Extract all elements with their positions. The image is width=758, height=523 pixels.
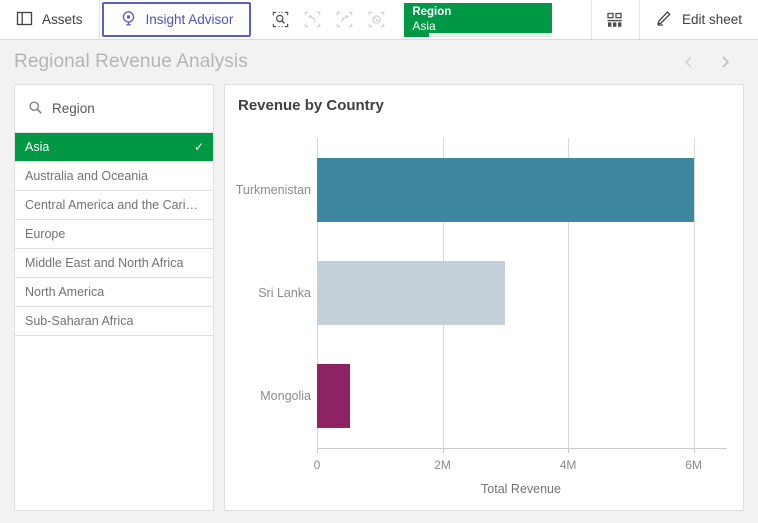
selection-chip-value: Asia [412, 19, 436, 33]
filter-item[interactable]: Europe [15, 220, 213, 249]
selection-tools-group [251, 0, 399, 39]
tab-insight-advisor[interactable]: Insight Advisor [101, 2, 252, 37]
filter-item-label: Sub-Saharan Africa [25, 314, 134, 328]
chart-title: Revenue by Country [238, 97, 384, 114]
x-axis-line [317, 448, 727, 449]
selection-chip-meter [404, 33, 553, 37]
edit-sheet-label: Edit sheet [681, 12, 742, 27]
pencil-icon [654, 9, 673, 31]
toolbar-right-group: Edit sheet [590, 0, 758, 39]
sheet-grid-icon[interactable] [590, 0, 639, 39]
bar-chart[interactable]: 0 2M 4M 6M Turkmenistan Sri Lanka Mongolia Tota… [225, 124, 743, 510]
sheet-body: Region Asia ✓ Australia and Oceania Central… [0, 84, 758, 523]
filter-item[interactable]: North America [15, 278, 213, 307]
filter-item-label: Middle East and North Africa [25, 256, 184, 270]
step-forward-icon[interactable] [329, 5, 359, 35]
bar[interactable] [317, 157, 694, 222]
top-toolbar: Assets Insight Advisor Region Asia Edit … [0, 0, 758, 40]
chevron-right-icon[interactable] [714, 51, 736, 73]
filter-item[interactable]: Central America and the Carib… [15, 191, 213, 220]
bar-category-label: Mongolia [260, 389, 311, 404]
search-icon [28, 100, 43, 118]
filter-item[interactable]: Middle East and North Africa [15, 249, 213, 278]
edit-sheet-button[interactable]: Edit sheet [638, 0, 758, 39]
bar-category-label: Turkmenistan [235, 182, 311, 197]
filter-item-selected[interactable]: Asia ✓ [15, 133, 213, 162]
filter-value-list[interactable]: Asia ✓ Australia and Oceania Central Americ… [15, 133, 213, 510]
page-title: Regional Revenue Analysis [14, 51, 248, 72]
filter-item-label: Central America and the Carib… [25, 198, 204, 212]
filter-item-label: North America [25, 285, 105, 299]
x-tick-label: 0 [313, 458, 321, 472]
selection-chip-region[interactable]: Region Asia [404, 3, 553, 37]
filter-item[interactable]: Sub-Saharan Africa [15, 307, 213, 336]
filter-item-label: Australia and Oceania [25, 169, 148, 183]
bar-category-label: Sri Lanka [258, 286, 311, 300]
sheet-header: Regional Revenue Analysis [0, 40, 758, 84]
filter-field-label: Region [52, 101, 95, 116]
chart-plot-area[interactable]: 0 2M 4M 6M Turkmenistan Sri Lanka Mongolia Tota… [225, 124, 743, 510]
selection-chip-meter-fill [404, 33, 430, 37]
chevron-left-icon[interactable] [678, 51, 700, 73]
insight-bulb-icon [120, 10, 137, 30]
tab-assets[interactable]: Assets [0, 0, 100, 39]
sheet-navigation [678, 51, 744, 73]
x-tick-label: 4M [559, 458, 577, 472]
search-input[interactable]: Region [15, 85, 213, 133]
step-back-icon[interactable] [297, 5, 327, 35]
tab-insight-advisor-label: Insight Advisor [145, 12, 234, 27]
x-axis-title: Total Revenue [481, 482, 561, 496]
tab-assets-label: Assets [42, 12, 83, 27]
clear-selections-icon[interactable] [361, 5, 391, 35]
check-icon: ✓ [193, 140, 204, 154]
filter-item-label: Europe [25, 227, 66, 241]
bar[interactable] [317, 260, 506, 326]
filter-item[interactable]: Australia and Oceania [15, 162, 213, 191]
x-tick-label: 6M [685, 458, 702, 472]
bar[interactable] [317, 364, 350, 429]
x-tick-label: 2M [434, 458, 451, 472]
gridline [693, 138, 695, 448]
panel-left-icon [16, 10, 33, 30]
filter-pane-region: Region Asia ✓ Australia and Oceania Central… [14, 84, 214, 511]
filter-item-label: Asia [25, 140, 50, 154]
selection-chip-field: Region [412, 6, 452, 18]
selections-tool-icon[interactable] [265, 5, 295, 35]
chart-card-revenue-by-country: Revenue by Country 0 2M 4M 6M Turkmenistan Sr… [224, 84, 744, 511]
